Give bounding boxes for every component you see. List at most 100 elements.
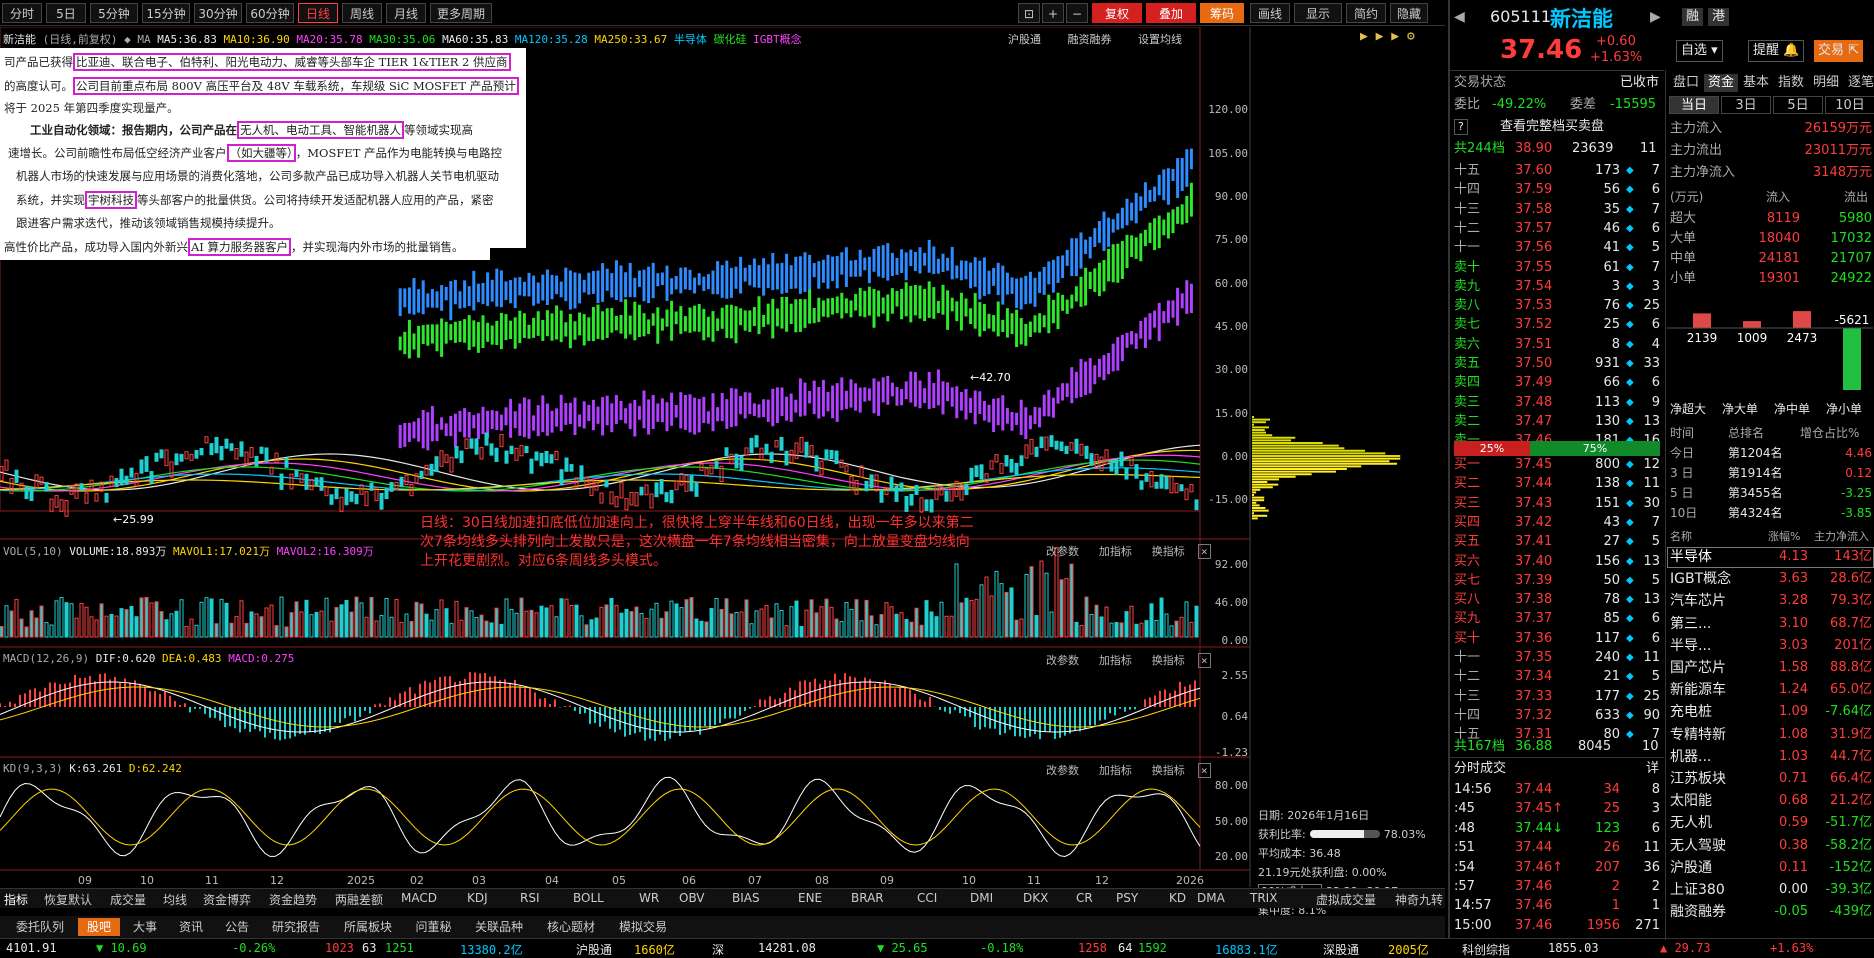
bottom-tab[interactable]: 模拟交易 xyxy=(609,918,677,936)
book-price[interactable]: 37.34 xyxy=(1515,668,1552,686)
period-timeshare[interactable]: 分时 xyxy=(2,3,42,23)
period-30min[interactable]: 30分钟 xyxy=(194,3,242,23)
indicator-tab[interactable]: PSY xyxy=(1116,891,1138,905)
indicator-tab[interactable]: BIAS xyxy=(732,891,760,905)
indicator-tab[interactable]: DMA xyxy=(1197,891,1225,905)
period-5min[interactable]: 5分钟 xyxy=(90,3,138,23)
book-price[interactable]: 37.54 xyxy=(1515,278,1552,296)
indicator-tab[interactable]: BOLL xyxy=(573,891,604,905)
fund-tab[interactable]: 基本 xyxy=(1739,74,1773,92)
book-price[interactable]: 37.38 xyxy=(1515,591,1552,609)
book-price[interactable]: 37.41 xyxy=(1515,533,1552,551)
sector-name[interactable]: 机器... xyxy=(1670,748,1711,766)
indicator-tab[interactable]: KD xyxy=(1169,891,1186,905)
indicator-tab[interactable]: 两融差额 xyxy=(335,891,383,908)
book-price[interactable]: 37.35 xyxy=(1515,649,1552,667)
book-price[interactable]: 37.59 xyxy=(1515,181,1552,199)
hgt-label[interactable]: 沪股通 xyxy=(576,941,612,958)
bottom-tab[interactable]: 所属板块 xyxy=(334,918,402,936)
fund-tab[interactable]: 盘口 xyxy=(1669,74,1703,92)
concept-sic[interactable]: 碳化硅 xyxy=(714,33,747,46)
sector-name[interactable]: 融资融券 xyxy=(1670,903,1726,921)
period-more[interactable]: 更多周期 xyxy=(430,3,492,23)
indicator-tab[interactable]: TRIX xyxy=(1250,891,1277,905)
hk-badge[interactable]: 港 xyxy=(1708,8,1730,26)
lock-icon[interactable]: ⊡ xyxy=(1018,3,1040,23)
indicator-tab[interactable]: BRAR xyxy=(851,891,884,905)
sector-name[interactable]: 无人驾驶 xyxy=(1670,837,1726,855)
book-price[interactable]: 37.37 xyxy=(1515,610,1552,628)
macd-edit-params[interactable]: 改参数 xyxy=(1046,654,1079,667)
view-full-book[interactable]: 查看完整档买卖盘 xyxy=(1500,118,1604,136)
close-icon[interactable]: × xyxy=(1198,544,1211,559)
fund-tab[interactable]: 指数 xyxy=(1774,74,1808,92)
margin-badge[interactable]: 融 xyxy=(1682,8,1704,26)
fund-tab[interactable]: 资金 xyxy=(1704,74,1738,92)
ticks-detail-button[interactable]: 详 xyxy=(1646,760,1659,778)
indicator-tab[interactable]: 资金博弈 xyxy=(203,891,251,908)
bottom-tab[interactable]: 问董秘 xyxy=(406,918,461,936)
vol-add-indicator[interactable]: 加指标 xyxy=(1099,545,1132,558)
simple-button[interactable]: 简约 xyxy=(1346,3,1386,23)
period-monthly[interactable]: 月线 xyxy=(386,3,426,23)
zoom-in-icon[interactable]: + xyxy=(1042,3,1064,23)
kd-add-indicator[interactable]: 加指标 xyxy=(1099,764,1132,777)
sector-name[interactable]: 新能源车 xyxy=(1670,681,1726,699)
chart-tools-icons[interactable]: ▶ ▶ ▶ ⚙ xyxy=(1360,29,1415,44)
book-price[interactable]: 37.60 xyxy=(1515,162,1552,180)
concept-semiconductor[interactable]: 半导体 xyxy=(674,33,707,46)
indicator-tab[interactable]: MACD xyxy=(401,891,437,905)
sh-index[interactable]: 4101.91 xyxy=(6,941,57,955)
sector-name[interactable]: 汽车芯片 xyxy=(1670,592,1726,610)
close-icon[interactable]: × xyxy=(1198,653,1211,668)
sector-name[interactable]: 半导... xyxy=(1670,637,1711,655)
fund-period-tab[interactable]: 5日 xyxy=(1773,96,1823,114)
book-price[interactable]: 37.45 xyxy=(1515,456,1552,474)
fuquan-button[interactable]: 复权 xyxy=(1092,3,1142,23)
close-icon[interactable]: × xyxy=(1198,763,1211,778)
sector-name[interactable]: 无人机 xyxy=(1670,814,1712,832)
indicator-tab[interactable]: 均线 xyxy=(163,891,187,908)
nav-prev-icon[interactable]: ◀ xyxy=(1454,8,1465,26)
book-price[interactable]: 37.50 xyxy=(1515,355,1552,373)
kc-label[interactable]: 科创综指 xyxy=(1462,941,1510,958)
book-price[interactable]: 37.40 xyxy=(1515,553,1552,571)
sz-index[interactable]: 14281.08 xyxy=(758,941,816,955)
macd-add-indicator[interactable]: 加指标 xyxy=(1099,654,1132,667)
kd-change-indicator[interactable]: 换指标 xyxy=(1152,764,1185,777)
zoom-out-icon[interactable]: − xyxy=(1066,3,1088,23)
indicator-tab[interactable]: 成交量 xyxy=(110,891,146,908)
link-margin[interactable]: 融资融券 xyxy=(1068,33,1112,46)
indicator-tab[interactable]: 指标 xyxy=(4,891,28,908)
alert-button[interactable]: 提醒 🔔 xyxy=(1748,40,1805,62)
link-set-ma[interactable]: 设置均线 xyxy=(1138,33,1182,46)
indicator-tab[interactable]: CR xyxy=(1076,891,1093,905)
indicator-tab[interactable]: 资金趋势 xyxy=(269,891,317,908)
sector-name[interactable]: 专精特新 xyxy=(1670,726,1726,744)
display-button[interactable]: 显示 xyxy=(1294,3,1342,23)
period-weekly[interactable]: 周线 xyxy=(342,3,382,23)
concept-igbt[interactable]: IGBT概念 xyxy=(753,33,802,46)
indicator-tab[interactable]: 虚拟成交量 xyxy=(1316,891,1376,908)
fund-period-tab[interactable]: 10日 xyxy=(1825,96,1874,114)
indicator-tab[interactable]: ENE xyxy=(798,891,822,905)
book-price[interactable]: 37.42 xyxy=(1515,514,1552,532)
bottom-tab[interactable]: 股吧 xyxy=(78,918,120,936)
sector-name[interactable]: 第三... xyxy=(1670,615,1711,633)
book-price[interactable]: 37.43 xyxy=(1515,495,1552,513)
book-price[interactable]: 37.52 xyxy=(1515,316,1552,334)
bottom-tab[interactable]: 关联品种 xyxy=(465,918,533,936)
help-icon[interactable]: ? xyxy=(1454,119,1468,135)
book-price[interactable]: 37.49 xyxy=(1515,374,1552,392)
period-15min[interactable]: 15分钟 xyxy=(142,3,190,23)
macd-change-indicator[interactable]: 换指标 xyxy=(1152,654,1185,667)
book-price[interactable]: 37.48 xyxy=(1515,394,1552,412)
bottom-tab[interactable]: 资讯 xyxy=(170,918,212,936)
link-hgt[interactable]: 沪股通 xyxy=(1008,33,1041,46)
indicator-tab[interactable]: 恢复默认 xyxy=(44,891,92,908)
trade-button[interactable]: 交易 ⇱ xyxy=(1814,40,1864,62)
indicator-tab[interactable]: 神奇九转 xyxy=(1395,891,1443,908)
book-price[interactable]: 37.32 xyxy=(1515,707,1552,725)
sector-name[interactable]: 充电桩 xyxy=(1670,703,1712,721)
hide-button[interactable]: 隐藏 xyxy=(1390,3,1428,23)
